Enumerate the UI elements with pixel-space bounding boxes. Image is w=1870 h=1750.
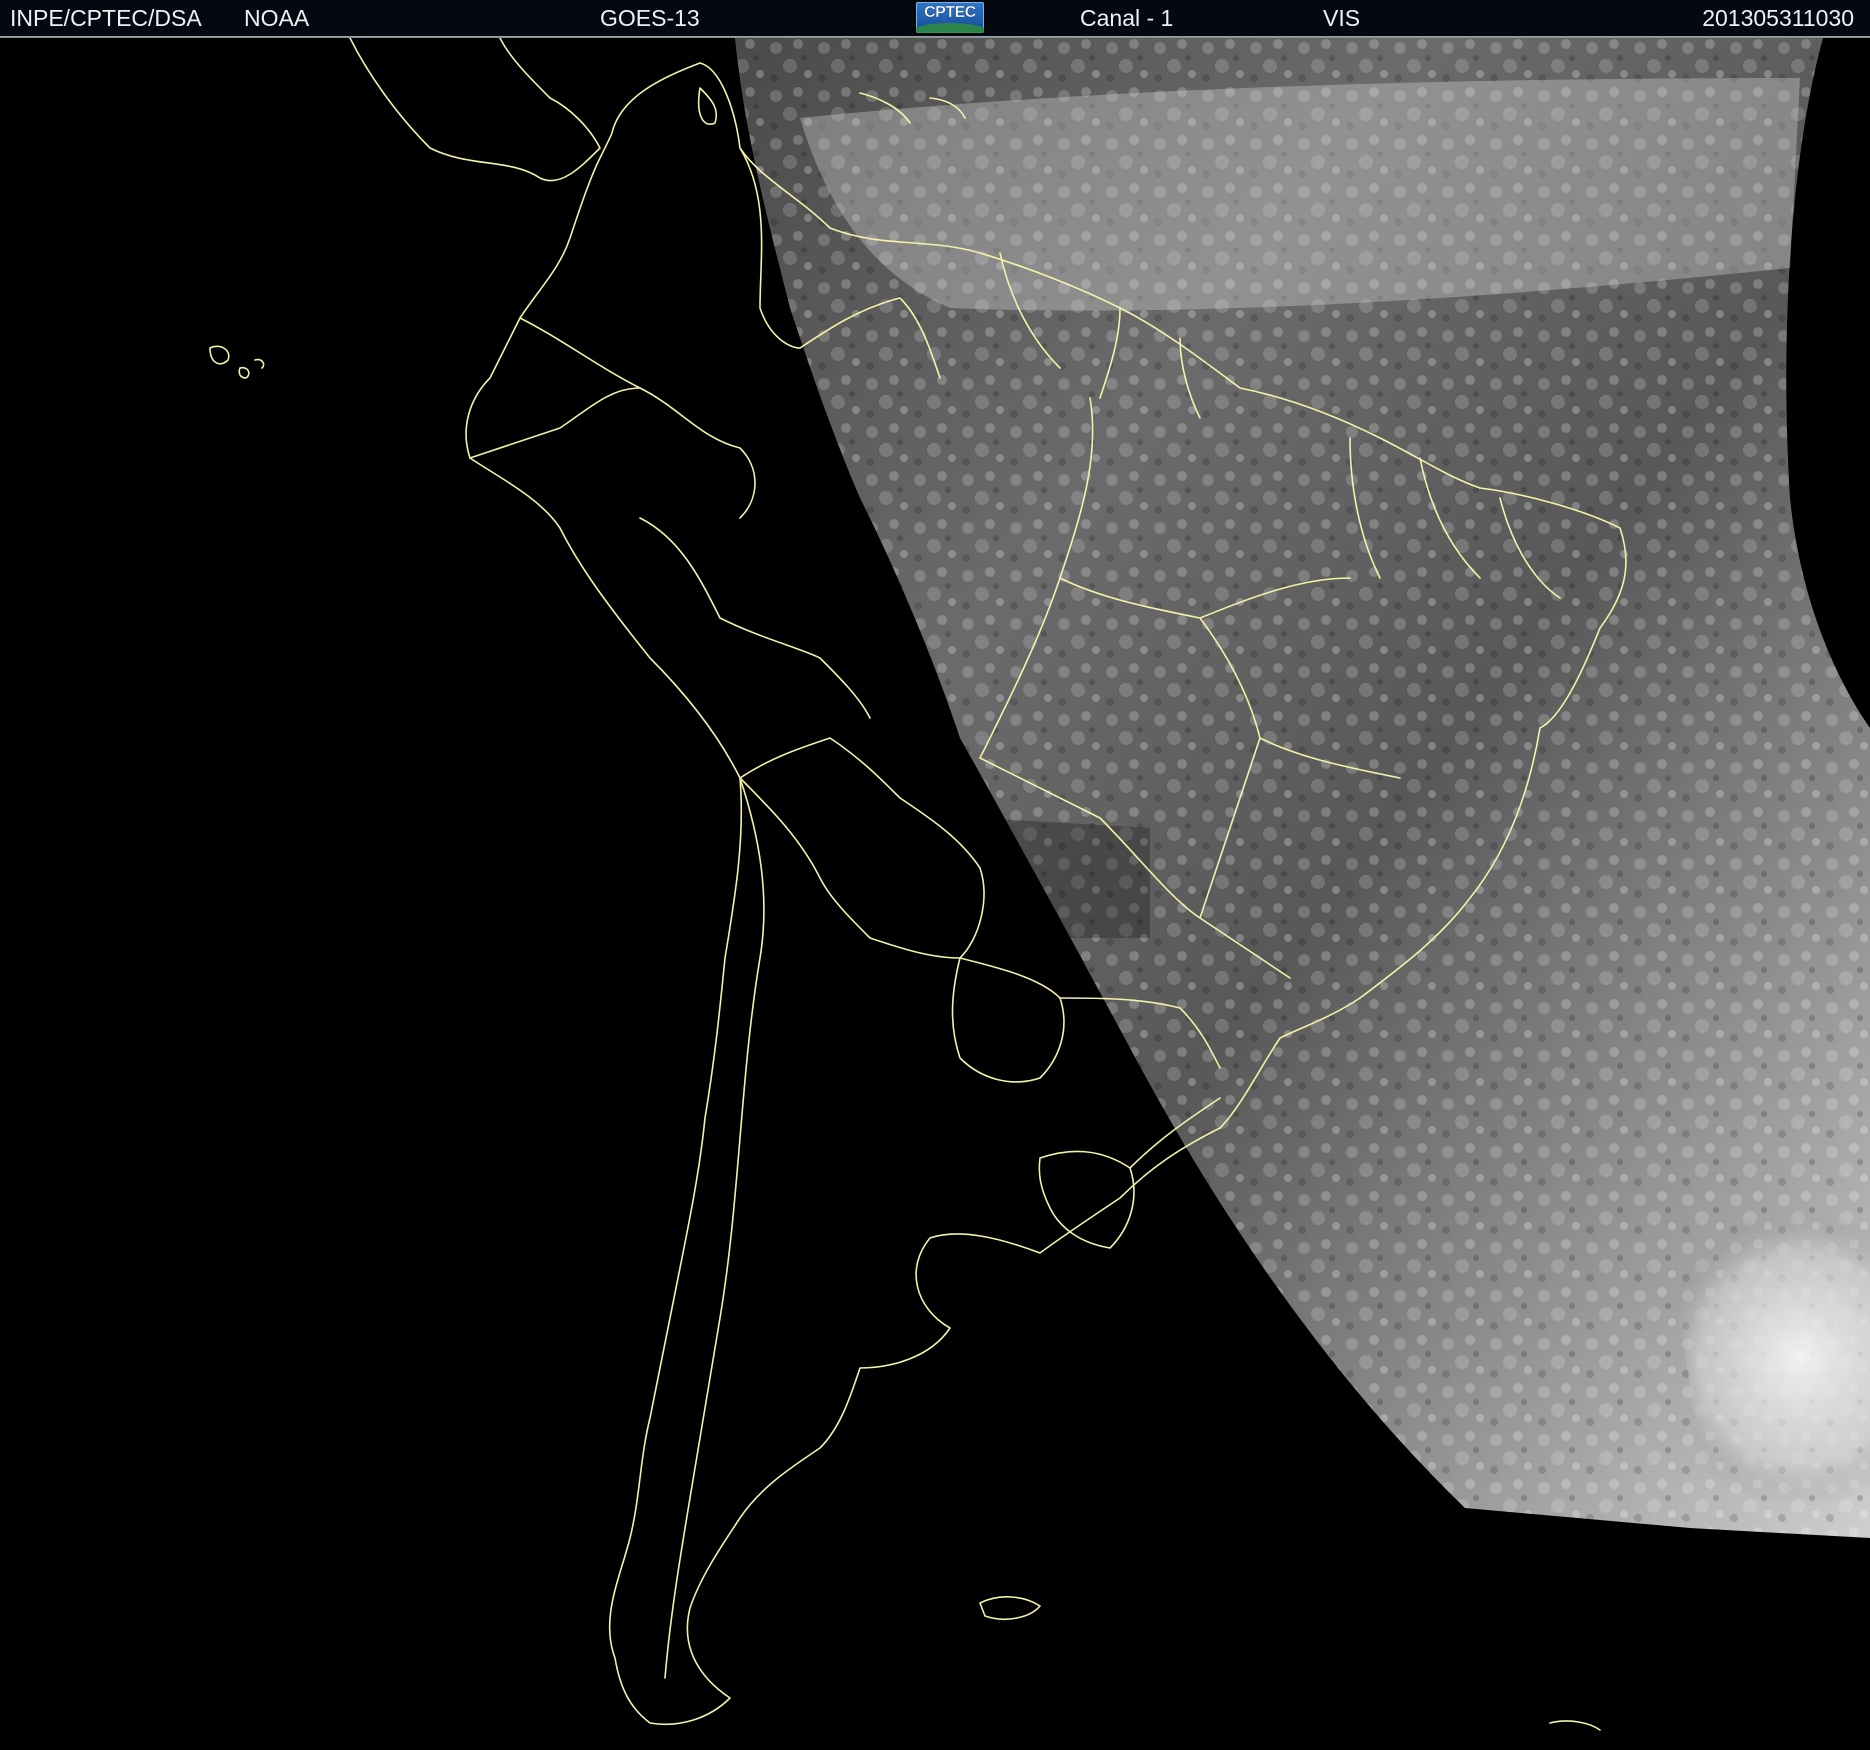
northern-cloud-band [800, 78, 1800, 311]
image-header-bar: INPE/CPTEC/DSA NOAA GOES-13 CPTEC Canal … [0, 0, 1870, 37]
central-america-coastline [349, 38, 601, 182]
satellite-map [209, 38, 1870, 1731]
satellite-label: GOES-13 [600, 5, 700, 31]
paraguay-border [951, 957, 1065, 1083]
argentina-chile-border [664, 777, 765, 1679]
channel-label: Canal - 1 [1080, 5, 1174, 31]
agency-label: NOAA [244, 5, 310, 31]
galapagos-islands [209, 345, 265, 379]
organization-label: INPE/CPTEC/DSA [10, 5, 202, 31]
colombia-border [519, 317, 756, 519]
peru-brazil-border [639, 517, 871, 719]
night-sector-shade [980, 818, 1150, 938]
timestamp-label: 201305311030 [1702, 5, 1854, 31]
south-georgia-island [1549, 1720, 1601, 1731]
satellite-image-viewer: INPE/CPTEC/DSA NOAA GOES-13 CPTEC Canal … [0, 0, 1870, 1750]
uruguay-border [1038, 1150, 1135, 1249]
ecuador-peru-border [469, 387, 641, 459]
falkland-islands [979, 1596, 1041, 1620]
band-label: VIS [1323, 5, 1361, 31]
bolivia-border [739, 737, 985, 959]
satellite-image-area [0, 37, 1870, 1750]
cptec-logo: CPTEC [916, 2, 984, 33]
logo-text: CPTEC [924, 4, 977, 21]
